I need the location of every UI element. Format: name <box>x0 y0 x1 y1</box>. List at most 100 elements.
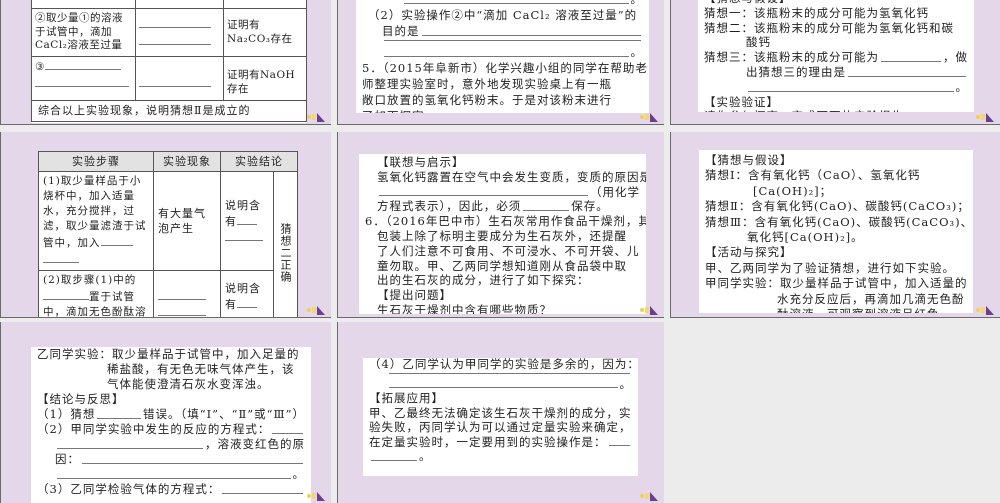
answer-blank[interactable] <box>523 209 570 212</box>
text-block: 【联想与启示】 氢氧化钙露置在空气中会发生变质，变质的原因是 （用化学 方程式表示），… <box>365 155 646 314</box>
text-line: 【结论与反思】 <box>37 392 305 407</box>
step-cell: ②取少量①的溶液于试管中，滴加CaCl₂溶液至过量 <box>31 8 136 57</box>
text-line: 稀盐酸，有无色无味气体产生，该 <box>37 362 305 377</box>
answer-blank[interactable] <box>384 39 641 41</box>
answer-blank[interactable] <box>389 386 618 388</box>
text-line: 【实验验证】 <box>704 95 968 110</box>
text-line: 出的生石灰的成分，进行了如下探究： <box>365 273 640 288</box>
text-line: ，溶液变红色的原 <box>37 437 305 452</box>
text-line: 乙同学实验：取少量样品于试管中，加入足量的 <box>37 347 305 362</box>
step-cell: (2)取步骤(1)中的置于试管中，滴加无色酚酞溶液 <box>38 270 154 317</box>
conclusion-cell: 说明含有 <box>220 171 274 271</box>
slide-thumbnail-8[interactable]: （4）乙同学认为甲同学的实验是多余的，因为：。【拓展应用】 甲、乙最终无法确定该生… <box>337 322 664 503</box>
text-line: 【提出问题】 <box>365 288 640 303</box>
phenomenon-cell <box>153 270 221 317</box>
answer-blank[interactable] <box>139 16 211 28</box>
answer-blank[interactable] <box>44 58 121 70</box>
slide-thumbnail-5[interactable]: 【联想与启示】 氢氧化钙露置在空气中会发生变质，变质的原因是 （用化学 方程式表示），… <box>337 132 664 318</box>
text-line: 气体能使澄清石灰水变浑浊。 <box>37 377 305 392</box>
arrow-logo-icon <box>640 491 658 501</box>
answer-blank[interactable] <box>421 34 641 36</box>
text-segment: 6．（2016年巴中市）生石灰常用作食品干燥剂，其 <box>365 214 646 229</box>
answer-blank[interactable] <box>97 417 142 419</box>
answer-blank[interactable] <box>225 312 263 318</box>
slide-thumbnail-1[interactable]: ②取少量①的溶液于试管中，滴加CaCl₂溶液至过量 证明有Na₂CO₃存在 ③ … <box>0 0 331 125</box>
text-line: 师整理实验室时，意外地发现实验桌上有一瓶 <box>362 76 643 92</box>
text-segment: 方程式表示），因此，必须 <box>377 199 522 214</box>
arrow-logo-icon <box>640 305 658 315</box>
answer-blank[interactable] <box>272 432 303 434</box>
answer-blank[interactable] <box>748 90 954 92</box>
text-segment: 甲、乙两同学为了验证猜想，进行如下实验。 <box>705 260 955 275</box>
text-segment: 【拓展应用】 <box>369 391 444 405</box>
text-segment: 保存。 <box>571 199 609 214</box>
text-segment: 【联想与启示】 <box>377 155 465 169</box>
text-segment: 生石灰干燥剂中含有哪些物质？ <box>377 302 552 314</box>
text-segment: （2）甲同学实验中发生的反应的方程式： <box>37 422 271 436</box>
text-line: 请你参与探究，完成下面的实验报告。 <box>704 109 968 112</box>
answer-blank[interactable] <box>389 372 630 374</box>
answer-blank[interactable] <box>379 194 588 197</box>
text-line: 。 <box>37 467 305 482</box>
text-line: [Ca(OH)₂]； <box>705 184 967 199</box>
text-segment: （4）乙同学认为甲同学的实验是多余的，因为： <box>369 358 638 371</box>
header-phenomenon: 实验现象 <box>153 151 221 172</box>
answer-blank[interactable] <box>225 229 263 241</box>
text-line: 了人们注意不可食用、不可浸水、不可开袋、儿 <box>365 244 640 259</box>
text-line: 目的是 <box>362 23 643 39</box>
slide-content: 【联想与启示】 氢氧化钙露置在空气中会发生变质，变质的原因是 （用化学 方程式表示），… <box>359 154 646 314</box>
answer-blank[interactable] <box>139 75 211 87</box>
text-line: 。 <box>369 449 632 464</box>
text-line: 敞口放置的氢氧化钙粉末。于是对该粉末进行 <box>362 92 643 108</box>
slide-thumbnail-7[interactable]: 乙同学实验：取少量样品于试管中，加入足量的 稀盐酸，有无色无味气体产生，该 气体能使… <box>0 322 331 503</box>
text-segment: 童勿取。甲、乙两同学想知道刚从食品袋中取 <box>377 258 627 273</box>
text-segment: 在定量实验时，一定要用到的实验操作是： <box>369 434 607 449</box>
slide-thumbnail-4[interactable]: 实验步骤 实验现象 实验结论 (1)取少量样品于小烧杯中，加入适量水，充分搅拌，… <box>0 132 331 318</box>
text-segment: 乙同学实验：取少量样品于试管中，加入足量的 <box>37 347 300 361</box>
answer-blank[interactable] <box>158 304 206 316</box>
text-segment: 酞溶液，可观察到溶液呈红色。 <box>777 307 952 313</box>
text-segment: 【活动与探究】 <box>705 245 793 260</box>
answer-blank[interactable] <box>43 251 79 263</box>
text-line: 童勿取。甲、乙两同学想知道刚从食品袋中取 <box>365 259 640 274</box>
table-row: (2)取步骤(1)中的置于试管中，滴加无色酚酞溶液 说明含有 <box>38 270 298 318</box>
answer-blank[interactable] <box>371 459 417 461</box>
summary-cell: 综合以上实验现象，说明猜想Ⅱ是成立的 <box>31 100 307 122</box>
text-line: 6．（2016年巴中市）生石灰常用作食品干燥剂，其 <box>365 214 646 229</box>
slide-thumbnail-6[interactable]: 【猜想与假设】 猜想Ⅰ：含有氧化钙（CaO）、氢氧化钙 [Ca(OH)₂]； 猜想Ⅱ：… <box>670 132 1000 318</box>
text-segment: 请你参与探究，完成下面的实验报告。 <box>704 109 917 112</box>
slide-thumbnail-3[interactable]: 【猜想与假设】猜想一：该瓶粉末的成分可能为氢氧化钙猜想二：该瓶粉末的成分可能为氢… <box>670 0 1000 125</box>
text-line: 甲同学实验：取少量样品于试管中，加入适量的 <box>705 276 967 291</box>
answer-blank[interactable] <box>237 296 257 308</box>
answer-blank[interactable] <box>848 75 966 77</box>
answer-blank[interactable] <box>139 33 211 45</box>
answer-blank[interactable] <box>608 444 630 446</box>
text-line: 因： <box>37 452 305 467</box>
answer-blank[interactable] <box>222 492 303 494</box>
text-line: 在定量实验时，一定要用到的实验操作是： <box>369 435 632 450</box>
text-segment: 包装上除了标明主要成分为生石灰外，还提醒 <box>377 228 627 243</box>
answer-blank[interactable] <box>100 234 133 246</box>
text-line: 猜想三：该瓶粉末的成分可能为 ，做 <box>704 50 968 65</box>
answer-blank[interactable] <box>57 447 203 449</box>
text-block: 【猜想与假设】 猜想Ⅰ：含有氧化钙（CaO）、氢氧化钙 [Ca(OH)₂]； 猜想Ⅱ：… <box>705 153 973 313</box>
slide-thumbnail-2[interactable]: 。（2）实验操作②中“滴加 CaCl₂ 溶液至过量”的目的是。5．（2015年阜… <box>337 0 664 125</box>
answer-blank[interactable] <box>237 213 257 225</box>
answer-blank[interactable] <box>404 2 629 4</box>
answer-blank[interactable] <box>35 75 129 87</box>
answer-blank[interactable] <box>158 288 206 300</box>
arrow-logo-icon <box>976 305 994 315</box>
answer-blank[interactable] <box>57 477 291 479</box>
text-line: 【活动与探究】 <box>705 245 967 260</box>
answer-blank[interactable] <box>82 462 303 464</box>
text-line: 5．（2015年阜新市）化学兴趣小组的同学在帮助老 <box>362 60 647 76</box>
table-row: ②取少量①的溶液于试管中，滴加CaCl₂溶液至过量 证明有Na₂CO₃存在 <box>31 8 307 57</box>
text-segment: 【猜想与假设】 <box>705 153 793 167</box>
answer-blank[interactable] <box>881 60 941 62</box>
arrow-logo-icon <box>307 491 325 501</box>
answer-blank[interactable] <box>384 55 629 57</box>
text-segment: （1）猜想 <box>37 407 96 421</box>
text-segment: 敞口放置的氢氧化钙粉末。于是对该粉末进行 <box>362 93 612 107</box>
text-segment: 错误。（填“Ⅰ”、“Ⅱ”或“Ⅲ”） <box>143 407 305 421</box>
answer-blank[interactable] <box>43 288 89 300</box>
